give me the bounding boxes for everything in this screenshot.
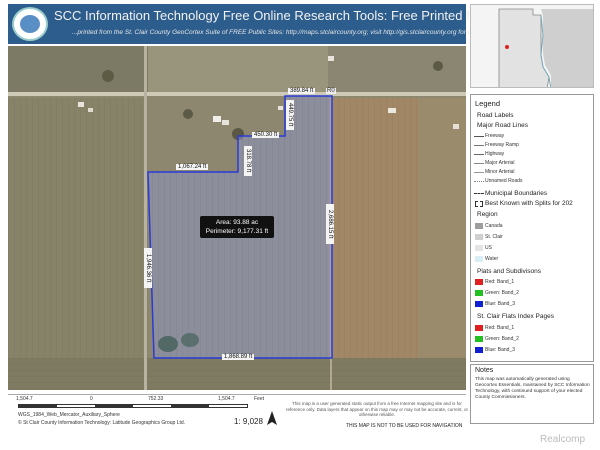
legend-road-item: Freeway Ramp	[485, 142, 519, 148]
overview-inset-map	[470, 4, 594, 88]
dim-label-right: 2,686.15 ft	[326, 204, 334, 244]
map-subtitle: ...printed from the St. Clair County Geo…	[72, 29, 489, 36]
legend-road-item: Major Arterial	[485, 160, 515, 166]
legend-region-item: Water	[485, 256, 499, 262]
legend-region-item: St. Clair	[485, 234, 503, 240]
flats-green-swatch-icon	[475, 336, 483, 342]
legend-road-item: Minor Arterial	[485, 169, 515, 175]
notes-text: This map was automatically generated usi…	[475, 377, 590, 400]
legend-municipal-boundaries: Municipal Boundaries	[485, 190, 548, 197]
us-swatch-icon	[475, 245, 483, 251]
legend-panel: Legend Road Labels Major Road Lines Free…	[470, 94, 594, 362]
dim-label-top-left: 1,067.24 ft	[176, 164, 209, 170]
legend-road-item: Highway	[485, 151, 505, 157]
legend-region-item: US	[485, 245, 492, 251]
municipal-boundary-line-icon	[474, 193, 484, 194]
plat-red-swatch-icon	[475, 279, 483, 285]
realcomp-watermark: Realcomp	[540, 434, 586, 445]
dim-label-bottom: 1,868.89 ft	[222, 354, 255, 360]
disclaimer-text: This map is a user generated static outp…	[286, 401, 469, 417]
legend-plat-item: Blue: Band_3	[485, 301, 516, 307]
scale-label-zero: 0	[90, 396, 93, 402]
county-seal-logo	[12, 7, 48, 41]
highway-line-icon	[474, 154, 484, 155]
copyright-text: © St Clair County Information Technology…	[18, 420, 186, 426]
parcel-measure-popup: Area: 93.88 ac Perimeter: 9,177.31 ft	[200, 216, 274, 238]
legend-plats: Plats and Subdivisons	[477, 268, 541, 275]
scale-label-left: 1,504.7	[16, 396, 33, 402]
minor-arterial-line-icon	[474, 172, 484, 173]
notes-title: Notes	[475, 367, 494, 374]
legend-region: Region	[477, 211, 498, 218]
legend-plat-item: Green: Band_2	[485, 290, 519, 296]
flats-red-swatch-icon	[475, 325, 483, 331]
legend-plat-item: Red: Band_1	[485, 279, 515, 285]
dim-label-left-vertical-top: 318.78 ft	[244, 146, 252, 176]
navigation-warning: THIS MAP IS NOT TO BE USED FOR NAVIGATIO…	[346, 423, 463, 429]
legend-road-item: Unnamed Roads	[485, 178, 523, 184]
legend-flats-item: Blue: Band_3	[485, 347, 516, 353]
st-clair-swatch-icon	[475, 234, 483, 240]
dim-label-notch-vertical: 449.75 ft	[286, 100, 294, 130]
legend-region-item: Canada	[485, 223, 503, 229]
legend-road-item: Freeway	[485, 133, 505, 139]
projection-text: WGS_1984_Web_Mercator_Auxiliary_Sphere	[18, 412, 120, 418]
legend-title: Legend	[475, 99, 501, 108]
dim-label-top-right: 389.84 ft	[288, 88, 316, 94]
water-swatch-icon	[475, 256, 483, 262]
scale-bar	[18, 404, 248, 408]
flats-blue-swatch-icon	[475, 347, 483, 353]
map-header: SCC Information Technology Free Online R…	[8, 4, 491, 44]
legend-flats-item: Green: Band_2	[485, 336, 519, 342]
parcel-perimeter-text: Perimeter: 9,177.31 ft	[205, 228, 269, 235]
freeway-line-icon	[474, 136, 484, 137]
canada-swatch-icon	[475, 223, 483, 229]
plat-blue-swatch-icon	[475, 301, 483, 307]
legend-major-road-lines: Major Road Lines	[477, 122, 528, 129]
freeway-ramp-line-icon	[474, 145, 484, 146]
scale-label-mid: 752.33	[148, 396, 164, 402]
major-arterial-line-icon	[474, 163, 484, 164]
dim-label-left: 1,946.36 ft	[144, 248, 152, 288]
legend-best-known: Best Known with Splits for 202	[485, 200, 573, 207]
aerial-map[interactable]: R0 389.84 ft 449.75 ft 450.30 ft 318.78 …	[8, 46, 466, 390]
legend-flats-item: Red: Band_1	[485, 325, 515, 331]
parcel-area-text: Area: 93.88 ac	[215, 219, 259, 226]
plat-green-swatch-icon	[475, 290, 483, 296]
scale-label-right: 1,504.7	[218, 396, 235, 402]
road-label: R0	[326, 88, 336, 94]
legend-road-labels: Road Labels	[477, 112, 514, 119]
location-marker-icon	[505, 45, 509, 49]
unnamed-road-line-icon	[474, 181, 484, 182]
legend-flats: St. Clair Flats Index Pages	[477, 313, 554, 320]
map-title: SCC Information Technology Free Online R…	[54, 8, 492, 23]
dim-label-notch-horizontal: 450.30 ft	[252, 132, 280, 138]
best-known-swatch-icon	[475, 201, 483, 207]
notes-panel: Notes This map was automatically generat…	[470, 364, 594, 424]
north-arrow-icon	[267, 411, 277, 425]
scale-ratio: 1: 9,028	[234, 417, 263, 426]
scale-unit: Feet	[254, 396, 265, 402]
map-footer: 1,504.7 0 752.33 1,504.7 Feet WGS_1984_W…	[8, 394, 469, 430]
